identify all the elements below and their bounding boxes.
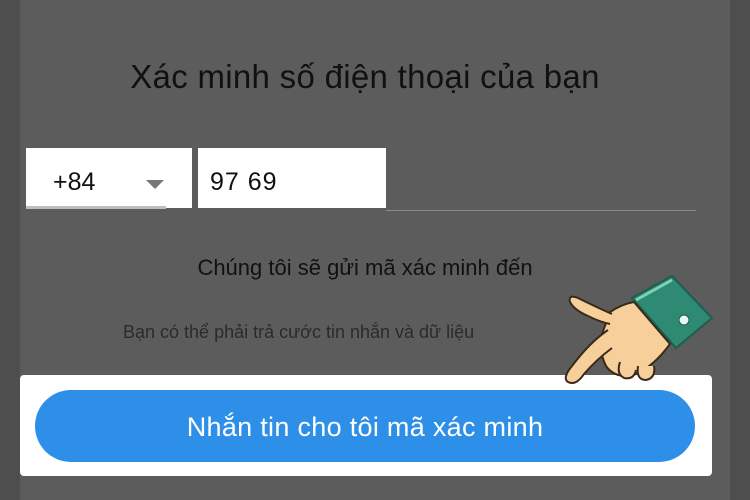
page-title: Xác minh số điện thoại của bạn [130,58,600,95]
screen-edge-right [730,0,750,500]
field-separator [192,148,198,210]
country-code-underline [26,206,166,209]
country-code-select[interactable]: +84 [53,168,95,197]
phone-number-underline [386,210,696,211]
chevron-down-icon[interactable] [146,180,164,189]
send-verification-code-button[interactable]: Nhắn tin cho tôi mã xác minh [35,390,695,462]
phone-input-row: +84 97 69 [26,148,386,210]
pointing-hand-icon [564,274,714,384]
rates-notice: Bạn có thể phải trả cước tin nhắn và dữ … [123,322,475,342]
phone-number-input[interactable]: 97 69 [210,168,278,197]
